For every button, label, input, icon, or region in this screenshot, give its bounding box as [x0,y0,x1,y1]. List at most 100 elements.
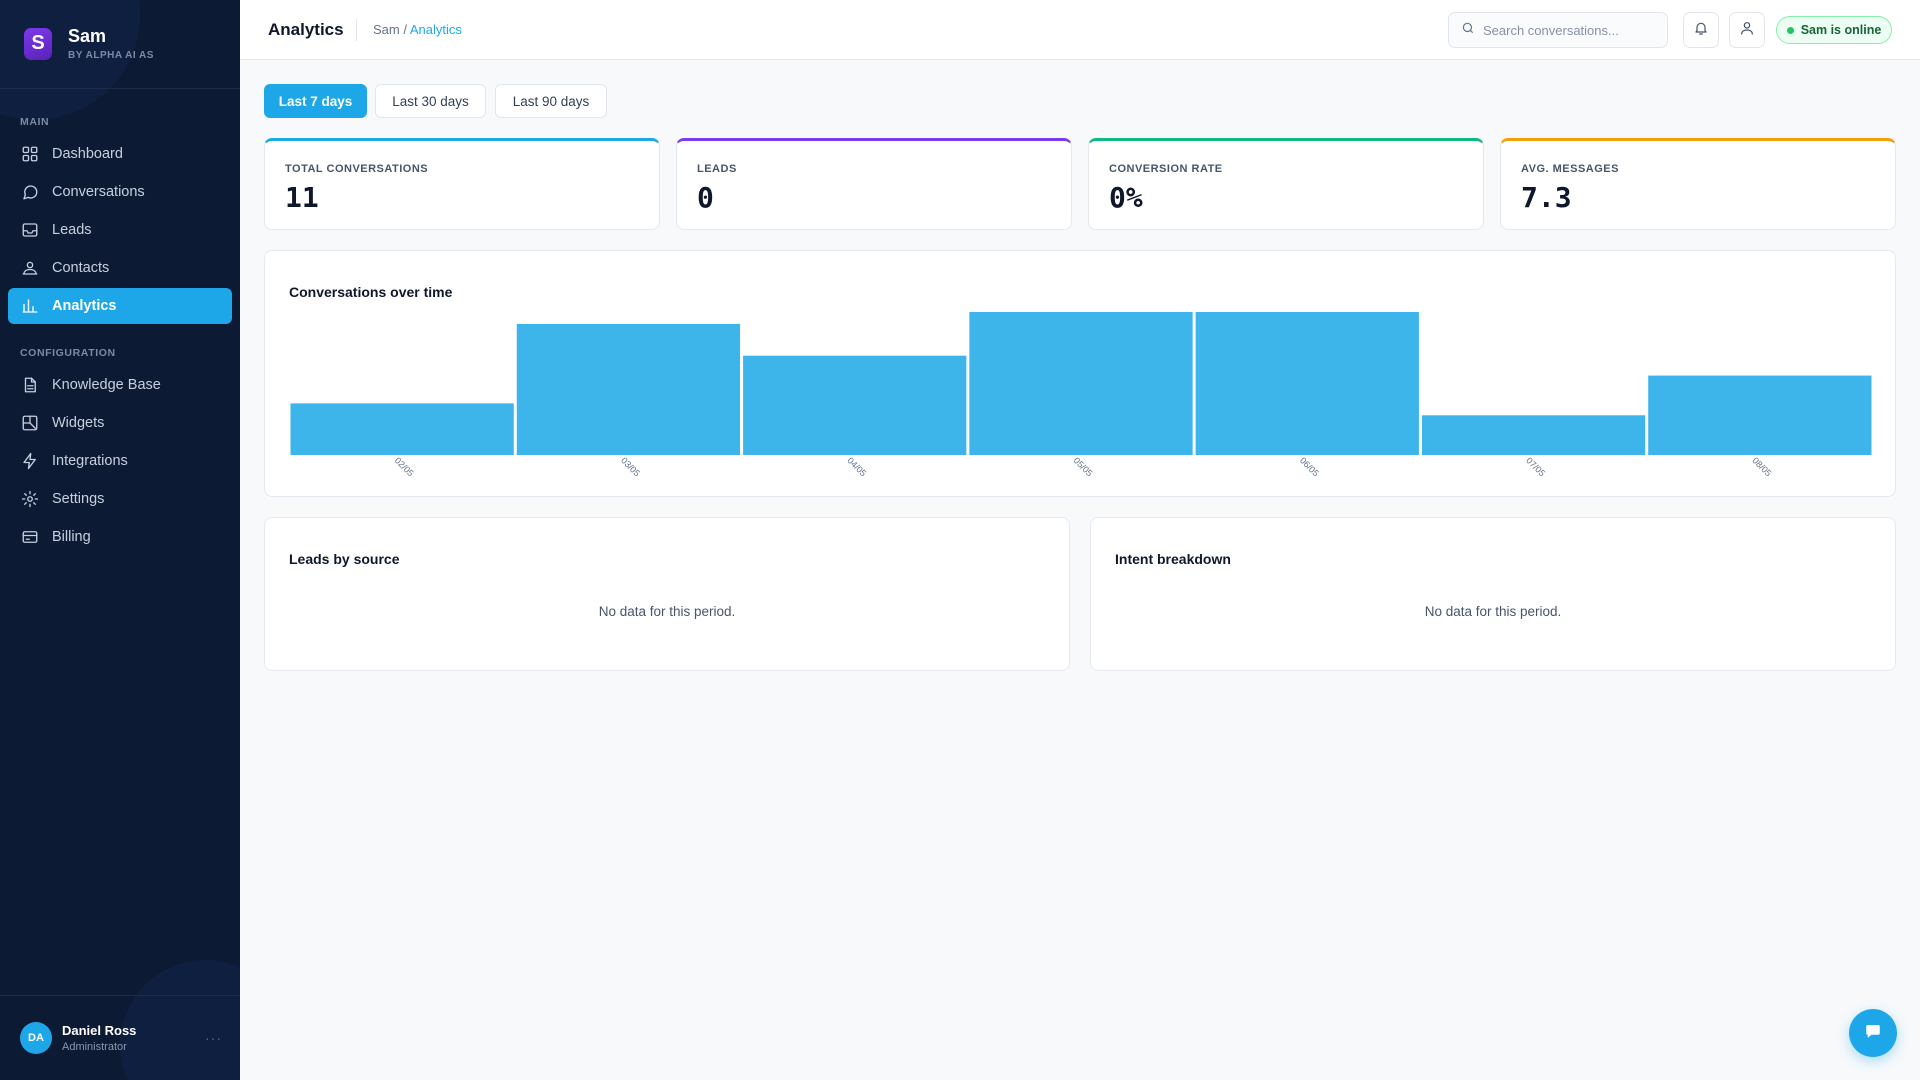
sidebar-item-settings[interactable]: Settings [8,481,232,517]
sidebar-item-label: Widgets [52,415,105,431]
sidebar-item-label: Integrations [52,453,128,469]
search-input[interactable] [1483,22,1663,38]
card-title: Leads by source [289,551,400,567]
gear-icon [21,490,39,508]
chart-bar[interactable] [1421,415,1646,455]
user-name: Daniel Ross [62,1023,137,1038]
chat-bubble-icon [21,183,39,201]
x-tick-label: 06/05 [1298,455,1321,478]
chart-bar[interactable] [969,312,1193,455]
range-tab-90-days[interactable]: Last 90 days [495,84,607,118]
user-menu-icon[interactable]: ··· [205,1030,222,1046]
chat-launcher-button[interactable] [1849,1009,1897,1057]
document-icon [21,376,39,394]
chart-bar[interactable] [290,403,514,455]
sidebar-item-label: Leads [52,222,92,238]
leads-by-source-card: Leads by source No data for this period. [264,517,1070,671]
status-text: Sam is online [1800,23,1882,37]
lightning-icon [21,452,39,470]
breadcrumb-root[interactable]: Sam [373,22,400,37]
sidebar-item-knowledge-base[interactable]: Knowledge Base [8,367,232,403]
sidebar-item-contacts[interactable]: Contacts [8,250,232,286]
brand[interactable]: S Sam BY ALPHA AI AS [24,26,154,61]
x-tick-label: 07/05 [1524,455,1547,478]
credit-card-icon [21,528,39,546]
topbar: Analytics Sam / Analytics Sam is online [240,0,1920,60]
sidebar-item-widgets[interactable]: Widgets [8,405,232,441]
sidebar-item-dashboard[interactable]: Dashboard [8,136,232,172]
conversations-bar-chart: 02/05 03/05 04/05 05/05 06/05 07/05 08/05 [290,312,1872,478]
profile-button[interactable] [1729,12,1765,48]
bell-icon [1693,20,1709,41]
sidebar-item-analytics[interactable]: Analytics [8,288,232,324]
status-badge: Sam is online [1776,16,1892,44]
conversations-chart-card: Conversations over time 02/05 03/05 04/05 0… [264,250,1896,497]
section-label-main: MAIN [20,116,50,128]
stat-card-avg-messages: AVG. MESSAGES 7.3 [1500,138,1896,230]
avatar: DA [20,1022,52,1054]
divider [0,88,240,89]
dashboard-icon [21,145,39,163]
breadcrumb-separator: / [399,22,410,37]
breadcrumb-current: Analytics [409,22,462,37]
config-nav: Knowledge Base Widgets Integrations Sett… [8,367,232,557]
x-tick-label: 08/05 [1750,455,1773,478]
divider [0,995,240,996]
user-icon [1739,20,1755,41]
range-tab-7-days[interactable]: Last 7 days [264,84,367,118]
stat-value: 0% [1109,181,1143,214]
stat-card-total-conversations: TOTAL CONVERSATIONS 11 [264,138,660,230]
section-label-configuration: CONFIGURATION [20,347,116,359]
status-dot-icon [1786,26,1794,34]
empty-state-message: No data for this period. [598,604,736,619]
sidebar: S Sam BY ALPHA AI AS MAIN Dashboard Conv… [0,0,240,1080]
chart-bar[interactable] [1195,312,1419,455]
inbox-icon [21,221,39,239]
sidebar-decoration [120,960,240,1080]
user-role: Administrator [62,1041,127,1053]
chart-bar[interactable] [743,355,967,455]
page-title: Analytics [268,20,344,39]
bar-chart-icon [21,297,39,315]
stat-value: 11 [285,181,319,214]
notifications-button[interactable] [1683,12,1719,48]
stat-label: AVG. MESSAGES [1521,163,1619,175]
x-tick-label: 05/05 [1072,455,1095,478]
sidebar-item-label: Knowledge Base [52,377,161,393]
range-tab-30-days[interactable]: Last 30 days [375,84,486,118]
brand-logo-icon: S [24,27,52,60]
x-tick-label: 04/05 [845,455,868,478]
widget-icon [21,414,39,432]
divider [356,19,357,41]
sidebar-item-conversations[interactable]: Conversations [8,174,232,210]
sidebar-item-label: Dashboard [52,146,123,162]
intent-breakdown-card: Intent breakdown No data for this period… [1090,517,1896,671]
brand-tagline: BY ALPHA AI AS [68,50,154,61]
sidebar-item-label: Settings [52,491,105,507]
sidebar-item-label: Analytics [52,298,117,314]
search-box[interactable] [1448,12,1668,48]
sidebar-item-label: Conversations [52,184,145,200]
chart-bar[interactable] [1648,375,1872,455]
chat-icon [1864,1022,1882,1045]
stat-label: CONVERSION RATE [1109,163,1223,175]
sidebar-item-integrations[interactable]: Integrations [8,443,232,479]
stat-value: 0 [697,181,714,214]
stat-label: LEADS [697,163,737,175]
empty-state-message: No data for this period. [1424,604,1562,619]
x-tick-label: 03/05 [619,455,642,478]
stat-value: 7.3 [1521,181,1572,214]
stat-card-leads: LEADS 0 [676,138,1072,230]
breadcrumb: Sam / Analytics [373,22,462,37]
chart-bar[interactable] [516,323,741,455]
main-nav: Dashboard Conversations Leads Contacts A… [8,136,232,326]
user-profile[interactable]: DA Daniel Ross Administrator [20,1022,136,1054]
x-tick-label: 02/05 [393,455,416,478]
sidebar-item-billing[interactable]: Billing [8,519,232,555]
sidebar-item-leads[interactable]: Leads [8,212,232,248]
stat-card-conversion-rate: CONVERSION RATE 0% [1088,138,1484,230]
sidebar-item-label: Billing [52,529,91,545]
contacts-icon [21,259,39,277]
search-icon [1461,21,1475,40]
brand-name: Sam [68,26,107,46]
